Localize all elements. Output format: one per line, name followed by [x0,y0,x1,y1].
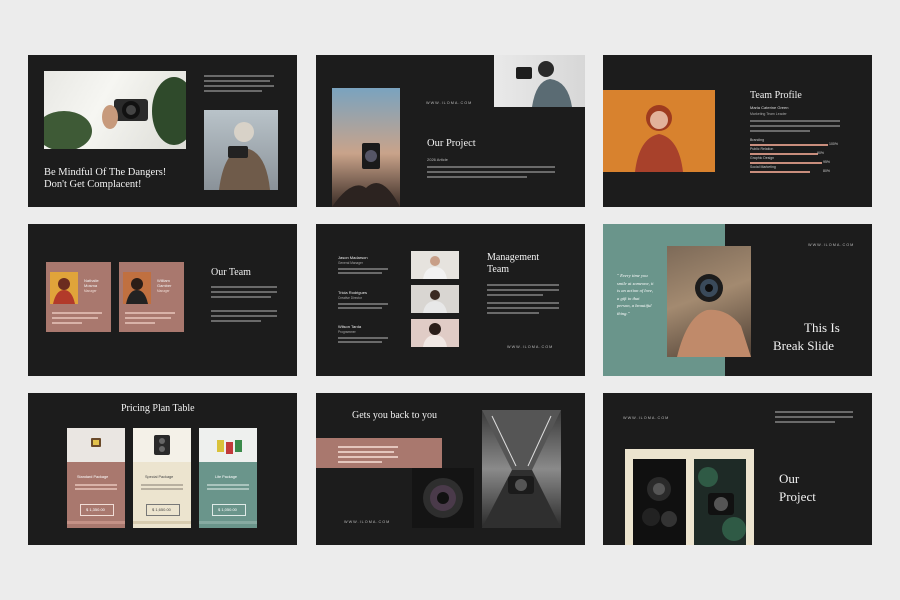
skill-label: Social Marketing [750,165,776,169]
quote-line: smile at someone, it [617,280,654,286]
slide-6-title-line2: Break Slide [773,338,835,353]
slide-8-gets-you-back[interactable]: Gets you back to you WWW.ILOMA.COM [316,393,585,545]
package-image [199,428,257,462]
camera-plants-photo-right [694,459,746,545]
member-role: General Manager [338,261,363,265]
price-label: $ 1,350.00 [86,507,105,512]
price-label: $ 1,650.00 [152,507,171,512]
member-name: Wilson Tarda [338,324,362,329]
slide-2-title: Our Project [427,138,476,149]
member-role: Manager [84,289,97,293]
member-photo [50,272,78,304]
slide-6-break[interactable]: WWW.ILOMA.COM " Every time you smile at … [603,224,872,376]
member-photo [123,272,151,304]
slide-2-subtitle: 2026 Article [427,157,448,162]
slide-3-title: Team Profile [750,90,802,101]
slide-2-our-project[interactable]: WWW.ILOMA.COM Our Project 2026 Article [316,55,585,207]
red-hair-woman-photo [603,90,715,172]
price-button[interactable]: $ 1,350.00 [80,504,114,516]
slide-5-title-line2: Team [487,264,510,275]
quote-line: is an action of love, [617,288,654,293]
plan-name: Lite Package [215,475,237,479]
package-image [133,428,191,462]
skill-label: Public Relation [750,147,774,151]
slide-3-team-profile[interactable]: Team Profile Maria Caterine Green Market… [603,55,872,207]
pricing-card: Special Package $ 1,650.00 [133,428,191,528]
slide-4-our-team[interactable]: Nathalie Mosma Manager William Gamber Ma… [28,224,297,376]
quote-line: a gift to that [617,295,640,301]
website-label: WWW.ILOMA.COM [808,243,855,247]
slide-7-title: Pricing Plan Table [121,403,195,414]
price-label: $ 1,050.00 [218,507,237,512]
member-role: Programmer [338,330,356,334]
hand-lens-photo-wide [667,246,751,357]
member-name-line2: Gamber [157,283,172,288]
price-button[interactable]: $ 1,650.00 [146,504,180,516]
pricing-card: Lite Package $ 1,050.00 [199,428,257,528]
slide-8-title: Gets you back to you [352,410,437,421]
tunnel-photographer-photo [482,410,561,528]
photographer-top-photo [494,55,585,107]
member-card: William Gamber Manager [119,262,184,332]
price-button[interactable]: $ 1,050.00 [212,504,246,516]
skill-percent: 80% [823,169,831,173]
quote-line: " Every time you [617,273,648,278]
member-name: Jason Madarson [338,255,368,260]
rose-text-box [316,438,442,468]
website-label: WWW.ILOMA.COM [507,345,554,349]
sunset-camera-photo [332,88,400,207]
member-role: Manager [157,289,170,293]
quote-line: thing." [617,310,630,316]
website-label: WWW.ILOMA.COM [623,416,670,420]
slide-9-title-line2: Project [779,489,816,504]
pricing-card: Standard Package $ 1,350.00 [67,428,125,528]
slide-5-title-line1: Management [487,252,540,263]
lens-closeup-photo [412,468,474,528]
skill-label: Graphic Design [750,156,775,160]
quote-block: " Every time you smile at someone, it is… [617,272,654,317]
photographer-photo [204,110,278,190]
slide-9-our-project[interactable]: WWW.ILOMA.COM Our Project [603,393,872,545]
slide-4-title: Our Team [211,267,251,278]
member-name: Tricia Rodrigues [338,290,367,295]
slide-7-pricing[interactable]: Pricing Plan Table Standard Package $ 1,… [28,393,297,545]
member-photo [411,319,459,347]
profile-role: Marketing Team Leader [750,112,787,116]
slide-1-title-line1: Be Mindful Of The Dangers! [44,167,167,178]
slide-6-title-line1: This Is [804,320,840,335]
camera-photo-left [633,459,686,545]
skill-bar [750,171,810,173]
profile-name: Maria Caterine Green [750,105,789,110]
plan-name: Standard Package [77,475,109,479]
skill-label: Branding [750,138,765,142]
package-image [67,428,125,462]
skill-percent: 95% [823,160,831,164]
member-photo [411,251,459,279]
member-name-line2: Mosma [84,283,98,288]
member-card: Nathalie Mosma Manager [46,262,111,332]
skill-bar [750,144,828,146]
member-photo [411,285,459,313]
website-label: WWW.ILOMA.COM [426,101,473,105]
skill-percent: 100% [829,142,838,146]
slide-1-title-line2: Don't Get Complacent! [44,179,142,190]
member-role: Creative Director [338,296,362,300]
slide-1-mindful[interactable]: Be Mindful Of The Dangers! Don't Get Com… [28,55,297,207]
plan-name: Special Package [145,475,174,479]
slide-9-title-line1: Our [779,471,800,486]
camera-plant-photo [44,71,186,149]
slide-5-management-team[interactable]: Jason Madarson General Manager Tricia Ro… [316,224,585,376]
skill-bar [750,162,822,164]
quote-line: person, a beautiful [617,303,652,308]
skill-bar [750,153,818,155]
skill-percent: 90% [817,151,825,155]
website-label: WWW.ILOMA.COM [344,520,391,524]
